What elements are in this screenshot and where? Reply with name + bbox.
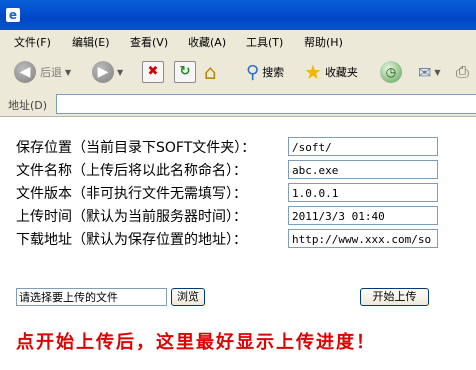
menu-file[interactable]: 文件(F) xyxy=(14,34,51,50)
mail-button[interactable]: ✉ ▼ xyxy=(418,60,441,84)
address-bar: 地址(D) xyxy=(0,92,476,117)
file-version-input[interactable]: 1.0.0.1 xyxy=(288,183,438,202)
start-upload-button[interactable]: 开始上传 xyxy=(360,288,429,306)
file-version-label: 文件版本（非可执行文件无需填写）： xyxy=(16,186,247,202)
menu-view[interactable]: 查看(V) xyxy=(130,34,168,50)
stop-icon: ✖ xyxy=(142,61,164,83)
menu-help[interactable]: 帮助(H) xyxy=(304,34,343,50)
favorites-star-icon: ★ xyxy=(304,60,322,84)
address-label: 地址(D) xyxy=(8,99,48,112)
menu-bar: 文件(F) 编辑(E) 查看(V) 收藏(A) 工具(T) 帮助(H) xyxy=(0,30,476,53)
menu-edit[interactable]: 编辑(E) xyxy=(72,34,110,50)
title-bar: e xyxy=(0,0,476,30)
upload-progress-message: 点开始上传后，这里最好显示上传进度！ xyxy=(16,332,376,353)
menu-tools[interactable]: 工具(T) xyxy=(246,34,283,50)
refresh-button[interactable]: ↻ xyxy=(174,60,196,84)
home-icon: ⌂ xyxy=(204,60,217,84)
favorites-button[interactable]: ★ 收藏夹 xyxy=(304,60,358,84)
search-label: 搜索 xyxy=(262,66,285,79)
history-icon: ◷ xyxy=(380,61,402,83)
back-icon: ◀ xyxy=(14,61,36,83)
file-name-label: 文件名称（上传后将以此名称命名）： xyxy=(16,163,247,179)
back-button[interactable]: ◀ 后退 ▼ xyxy=(14,60,71,84)
menu-favorites[interactable]: 收藏(A) xyxy=(188,34,226,50)
refresh-icon: ↻ xyxy=(174,61,196,83)
forward-icon: ▶ xyxy=(92,61,114,83)
forward-button[interactable]: ▶ ▼ xyxy=(92,60,123,84)
mail-icon: ✉ xyxy=(418,62,432,82)
save-location-input[interactable]: /soft/ xyxy=(288,137,438,156)
browse-button[interactable]: 浏览 xyxy=(171,288,205,306)
history-button[interactable]: ◷ xyxy=(380,60,402,84)
search-button[interactable]: ⚲ 搜索 xyxy=(246,60,284,84)
ie-icon: e xyxy=(6,8,20,22)
favorites-label: 收藏夹 xyxy=(324,66,358,79)
download-url-input[interactable]: http://www.xxx.com/so xyxy=(288,229,438,248)
file-name-input[interactable]: abc.exe xyxy=(288,160,438,179)
print-icon: ⎙ xyxy=(456,62,469,81)
forward-dropdown-icon[interactable]: ▼ xyxy=(117,68,123,77)
save-location-label: 保存位置（当前目录下SOFT文件夹）： xyxy=(16,140,256,156)
download-url-label: 下载地址（默认为保存位置的地址）： xyxy=(16,232,247,248)
upload-time-label: 上传时间（默认为当前服务器时间）： xyxy=(16,209,247,225)
back-label: 后退 xyxy=(40,66,62,79)
mail-dropdown-icon[interactable]: ▼ xyxy=(434,68,440,77)
toolbar: ◀ 后退 ▼ ▶ ▼ ✖ ↻ ⌂ ⚲ 搜索 ★ 收藏夹 ◷ ✉ ▼ ⎙ xyxy=(0,52,476,93)
upload-time-input[interactable]: 2011/3/3 01:40 xyxy=(288,206,438,225)
file-select-input[interactable]: 请选择要上传的文件 xyxy=(16,288,167,306)
back-dropdown-icon[interactable]: ▼ xyxy=(65,68,71,77)
stop-button[interactable]: ✖ xyxy=(142,60,164,84)
search-icon: ⚲ xyxy=(246,61,260,83)
home-button[interactable]: ⌂ xyxy=(204,60,217,84)
address-input[interactable] xyxy=(56,94,476,114)
print-button[interactable]: ⎙ xyxy=(456,60,469,84)
